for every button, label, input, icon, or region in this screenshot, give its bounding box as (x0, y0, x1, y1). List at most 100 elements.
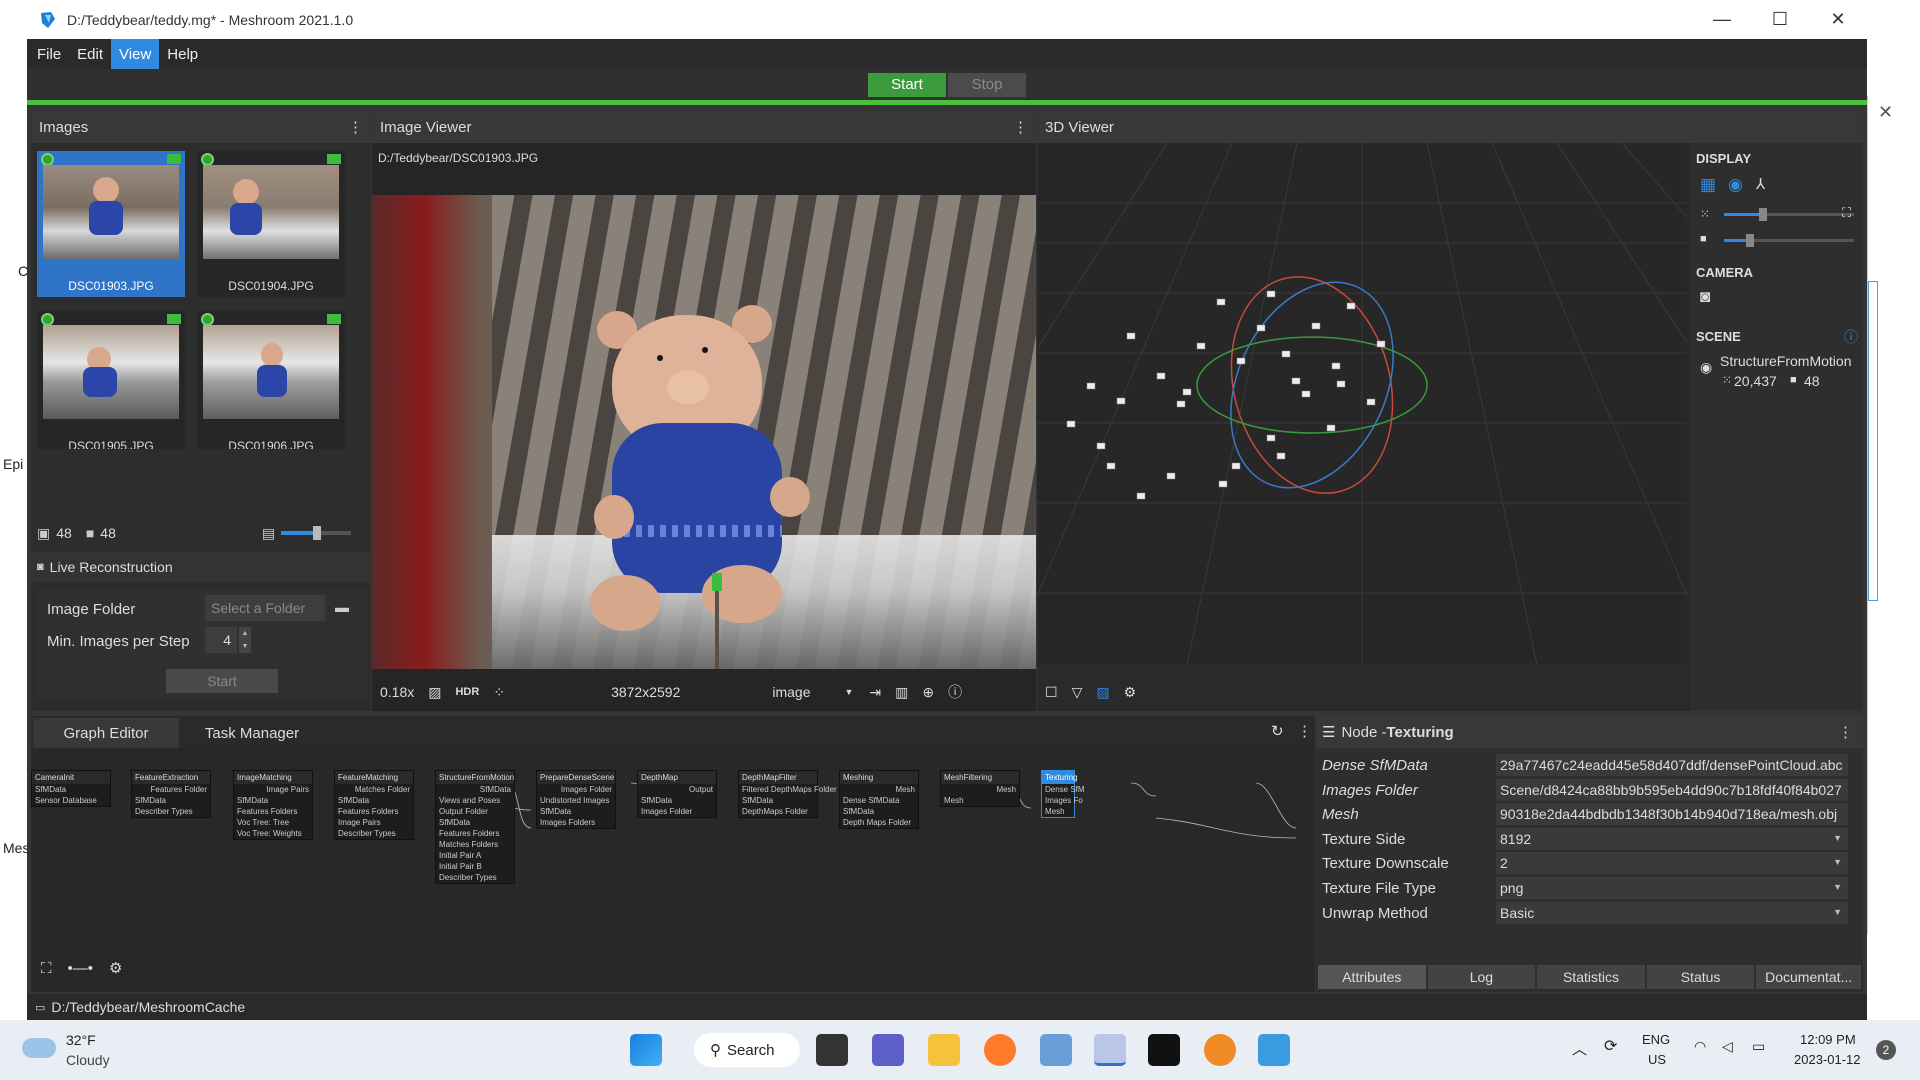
taskbar-search[interactable]: ⚲ Search (694, 1033, 800, 1067)
graph-node[interactable]: PrepareDenseScene Images Folder Undistorte… (536, 770, 616, 829)
firefox-icon[interactable] (984, 1034, 1016, 1066)
graph-node-port[interactable]: Matches Folder (335, 784, 413, 795)
thumbnail-size-slider[interactable] (281, 526, 352, 540)
attribute-value[interactable]: Scene/d8424ca88bb9b595eb4dd90c7b18fdf40f… (1496, 778, 1848, 801)
graph-node[interactable]: ImageMatching Image Pairs SfMData Features … (233, 770, 313, 840)
notification-badge[interactable]: 2 (1876, 1040, 1896, 1060)
gizmo-icon[interactable]: ◉ (1728, 175, 1743, 195)
weather-temp[interactable]: 32°F (66, 1032, 96, 1048)
graph-node-port[interactable]: Features Folders (335, 806, 413, 817)
graph-node[interactable]: CameraInit SfMData Sensor Database (31, 770, 111, 807)
graph-node-port[interactable]: SfMData (537, 806, 615, 817)
more-options-icon[interactable]: ⋮ (348, 118, 363, 136)
graph-node[interactable]: DepthMap Output SfMData Images Folder (637, 770, 717, 818)
maximize-button[interactable]: ☐ (1751, 0, 1809, 39)
graph-node[interactable]: FeatureMatching Matches Folder SfMData Feat… (334, 770, 414, 840)
graph-node-port[interactable]: Voc Tree: Weights (234, 828, 312, 839)
folder-icon[interactable]: ▬ (335, 599, 349, 615)
settings-icon[interactable]: ⚙ (109, 959, 122, 977)
thumbnail[interactable]: DSC01906.JPG (197, 311, 345, 449)
wireframe-icon[interactable]: ▨ (1096, 684, 1109, 701)
3d-viewport[interactable] (1037, 143, 1687, 665)
info-icon[interactable]: ⓘ (1844, 327, 1858, 347)
attribute-dropdown[interactable]: Basic ▼ (1496, 901, 1848, 924)
thumbnail[interactable]: DSC01904.JPG (197, 151, 345, 297)
graph-node-port[interactable]: SfMData (739, 795, 817, 806)
live-start-button[interactable]: Start (166, 669, 278, 693)
graph-node-port[interactable]: SfMData (32, 784, 110, 795)
menu-edit[interactable]: Edit (69, 39, 111, 69)
graph-node-port[interactable]: Output Folder (436, 806, 514, 817)
menu-file[interactable]: File (29, 39, 69, 69)
image-folder-input[interactable]: Select a Folder (205, 595, 325, 621)
chevron-down-icon[interactable]: ▼ (845, 687, 854, 697)
tab-graph-editor[interactable]: Graph Editor (33, 718, 179, 748)
scene-item-name[interactable]: StructureFromMotion (1720, 353, 1851, 369)
spin-up-down-icon[interactable]: ▲ ▼ (239, 627, 251, 653)
axis-icon[interactable]: ⅄ (1756, 175, 1765, 193)
graph-node-port[interactable]: Mesh (840, 784, 918, 795)
triangle-icon[interactable]: ▽ (1072, 684, 1083, 701)
graph-node-port[interactable]: Initial Pair A (436, 850, 514, 861)
camera-scale-handle[interactable] (1746, 234, 1754, 247)
graph-node-port[interactable]: Features Folders (234, 806, 312, 817)
windows-start-icon[interactable] (630, 1034, 662, 1066)
minimize-button[interactable]: — (1693, 0, 1751, 39)
graph-node-port[interactable]: SfMData (132, 795, 210, 806)
graph-node-port[interactable]: Image Pairs (234, 784, 312, 795)
fit-icon[interactable]: ⛶ (41, 960, 52, 977)
point-size-handle[interactable] (1759, 208, 1767, 221)
graph-node-port[interactable]: Images Folder (537, 784, 615, 795)
graph-node-port[interactable]: Matches Folders (436, 839, 514, 850)
fit-view-icon[interactable]: ⛶ (1842, 205, 1851, 221)
graph-node-port[interactable]: SfMData (638, 795, 716, 806)
graph-node-port[interactable]: Sensor Database (32, 795, 110, 806)
stop-button[interactable]: Stop (948, 72, 1026, 97)
graph-node-port[interactable]: Describer Types (436, 872, 514, 883)
graph-node-port[interactable]: Voc Tree: Tree (234, 817, 312, 828)
graph-node-port[interactable]: Mesh (941, 784, 1019, 795)
info-icon[interactable]: ⓘ (948, 682, 962, 702)
graph-node-port[interactable]: Undistorted Images (537, 795, 615, 806)
main-image[interactable] (372, 195, 1036, 669)
file-explorer-icon[interactable] (928, 1034, 960, 1066)
metadata-toggle-icon[interactable]: ⇥ (869, 684, 881, 701)
snipping-tool-icon[interactable] (1094, 1034, 1126, 1066)
tab-documentation[interactable]: Documentat... (1756, 965, 1861, 989)
cache-path[interactable]: D:/Teddybear/MeshroomCache (51, 999, 245, 1015)
language-2[interactable]: US (1648, 1052, 1666, 1067)
globe-icon[interactable]: ⊕ (922, 684, 934, 701)
graph-node-port[interactable]: Features Folders (436, 828, 514, 839)
pixel-icon[interactable]: ⁘ (493, 684, 505, 701)
sync-icon[interactable]: ⟳ (1604, 1036, 1617, 1056)
graph-node-port[interactable]: Image Pairs (335, 817, 413, 828)
task-view-icon[interactable] (816, 1034, 848, 1066)
attribute-dropdown[interactable]: 2 ▼ (1496, 852, 1848, 875)
camera-scale-slider[interactable] (1724, 234, 1854, 247)
graph-node-port[interactable]: Filtered DepthMaps Folder (739, 784, 837, 795)
attribute-dropdown[interactable]: 8192 ▼ (1496, 827, 1848, 850)
display-mode-select[interactable]: image (772, 684, 810, 700)
graph-node-port[interactable]: Dense SfM (1042, 784, 1085, 795)
graph-node[interactable]: FeatureExtraction Features Folder SfMData D… (131, 770, 211, 818)
refresh-icon[interactable]: ↻ (1271, 722, 1284, 740)
attribute-value[interactable]: 29a77467c24eadd45e58d407ddf/densePointCl… (1496, 754, 1848, 776)
graph-node-port[interactable]: Features Folder (132, 784, 210, 795)
graph-node-port[interactable]: SfMData (436, 784, 514, 795)
tab-status[interactable]: Status (1646, 965, 1755, 989)
battery-icon[interactable]: ▭ (1752, 1038, 1765, 1055)
graph-node-port[interactable]: SfMData (234, 795, 312, 806)
tab-task-manager[interactable]: Task Manager (179, 718, 325, 748)
tab-statistics[interactable]: Statistics (1537, 965, 1645, 989)
attribute-value[interactable]: 90318e2da44bdbdb1348f30b14b940d718ea/mes… (1496, 803, 1848, 826)
point-size-slider[interactable] (1724, 208, 1854, 221)
more-options-icon[interactable]: ⋮ (1838, 723, 1853, 741)
tab-attributes[interactable]: Attributes (1318, 965, 1426, 989)
graph-node-port[interactable]: Output (638, 784, 716, 795)
graph-node-port[interactable]: Initial Pair B (436, 861, 514, 872)
graph-node-port[interactable]: Describer Types (132, 806, 210, 817)
volume-icon[interactable]: ◁ (1722, 1038, 1733, 1055)
chat-icon[interactable] (872, 1034, 904, 1066)
graph-node-port[interactable]: SfMData (436, 817, 514, 828)
min-images-spinbox[interactable]: 4 (205, 627, 237, 653)
